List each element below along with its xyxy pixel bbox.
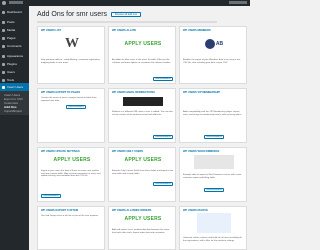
download-addon-button[interactable]: Download Add-on	[41, 194, 61, 198]
people-illustration	[197, 213, 231, 233]
redirections-logo	[123, 96, 163, 106]
card-description: Add and import users' membership data be…	[112, 229, 170, 234]
logo-circle	[204, 39, 215, 49]
download-addon-button[interactable]: Download Add-on	[153, 77, 173, 81]
account-menu[interactable]	[229, 1, 247, 4]
card-title[interactable]: WP USERS VIP MEMBERSHIP	[183, 91, 220, 94]
card-title[interactable]: WP USERS EXPORT CUSTOM	[41, 209, 78, 212]
menu-item-media[interactable]: Media	[0, 26, 29, 34]
card-description: An addon to allow users in the users lis…	[112, 59, 171, 64]
plugin-icon	[2, 62, 5, 66]
addon-card: WP USERS UPDATE SETTINGS APPLY USERS Imp…	[37, 147, 105, 202]
card-image: APPLY USERS	[41, 154, 103, 166]
card-description: Creates the series of posts or pages bas…	[41, 97, 97, 102]
addon-card: WP USERS WOOCOMMERCE Example data to imp…	[179, 147, 247, 202]
admin-sidebar: Dashboard Posts Media Pages Comments App…	[0, 6, 29, 250]
apply-users-logo: APPLY USERS	[124, 41, 162, 47]
page-icon	[2, 36, 5, 40]
card-image	[183, 95, 245, 107]
page-title: Add Ons for smr users	[37, 11, 108, 18]
card-title[interactable]: WP USERS LIST	[41, 29, 61, 32]
ab-logo: AB	[204, 39, 223, 49]
card-image: APPLY USERS	[112, 33, 174, 55]
card-image	[112, 95, 174, 107]
card-title[interactable]: WP USERS ALLOWED ORDERS	[112, 209, 151, 212]
download-addon-button[interactable]: Download Add-on	[153, 182, 173, 186]
card-description: Use and Group users in the list as part …	[41, 215, 99, 217]
card-description: Generate author columns and fields for a…	[183, 237, 242, 242]
apply-users-logo: APPLY USERS	[124, 157, 162, 163]
divider	[37, 21, 217, 23]
download-addon-button[interactable]: Download Add-on	[66, 105, 86, 109]
menu-item-appearance[interactable]: Appearance	[0, 52, 29, 60]
card-image	[183, 213, 245, 233]
addon-card: WP USERS ONLY USERS APPLY USERS Extends …	[108, 147, 176, 202]
addon-card: WP USERS EXPORT TO PAGES Creates the ser…	[37, 88, 105, 143]
card-description: Redirect to a different URL when a user …	[112, 111, 173, 116]
brush-icon	[2, 54, 5, 58]
card-title[interactable]: WP USERS EMAIL REDIRECTIONS	[112, 91, 155, 94]
card-title[interactable]: WP USERS ALLOW	[112, 29, 136, 32]
wordpress-icon[interactable]	[2, 1, 6, 5]
card-image: APPLY USERS	[112, 154, 174, 166]
main-content: Add Ons for smr users Browse all add ons…	[29, 6, 250, 250]
menu-item-plugins[interactable]: Plugins	[0, 60, 29, 68]
download-addon-button[interactable]: Download Add-on	[204, 188, 224, 192]
media-icon	[2, 28, 5, 32]
card-title[interactable]: WP USERS UPDATE SETTINGS	[41, 150, 80, 153]
browse-addons-button[interactable]: Browse all add ons	[111, 12, 141, 17]
addon-card: WP USERS ALLOW APPLY USERS An addon to a…	[108, 26, 176, 84]
addon-card: WP USERS VIP MEMBERSHIP Adds compatibili…	[179, 88, 247, 143]
card-image: APPLY USERS	[112, 213, 174, 225]
card-description: Import to your users the data of these t…	[41, 170, 101, 178]
submenu-item[interactable]: Import/Export	[4, 109, 22, 113]
addon-card: WP USERS MEMBERS AB Enables the export o…	[179, 26, 247, 84]
card-description: Adds compatibility with the VIP Membersh…	[183, 111, 242, 116]
download-addon-button[interactable]: Download Add-on	[153, 135, 173, 139]
addon-card: WP USERS EMAIL REDIRECTIONS Redirect to …	[108, 88, 176, 143]
card-title[interactable]: WP USERS ONLY USERS	[112, 150, 143, 153]
card-title[interactable]: WP USERS PEOPLE	[183, 209, 208, 212]
tools-icon	[2, 78, 5, 82]
card-image: AB	[183, 33, 245, 55]
dashboard-icon	[2, 10, 5, 14]
pin-icon	[2, 20, 5, 24]
card-description: Enables the export of your Members data …	[183, 59, 241, 64]
card-description: Extends Only Custom Fields from these fi…	[112, 170, 174, 175]
addon-card: WP USERS EXPORT CUSTOM Use and Group use…	[37, 206, 105, 250]
menu-item-dashboard[interactable]: Dashboard	[0, 8, 29, 16]
apply-users-logo: APPLY USERS	[124, 216, 162, 222]
addon-card: WP USERS PEOPLE Generate author columns …	[179, 206, 247, 250]
addon-card: WP USERS LIST W Stop premium add-on - re…	[37, 26, 105, 84]
card-description: Stop premium add-on - ready filtering, c…	[41, 59, 101, 64]
apply-users-logo: APPLY USERS	[53, 157, 91, 163]
card-description: Example data to import to WooCommerce st…	[183, 174, 242, 179]
menu-item-posts[interactable]: Posts	[0, 18, 29, 26]
woocommerce-logo	[194, 155, 234, 169]
wordpress-logo: W	[65, 36, 79, 51]
card-title[interactable]: WP USERS MEMBERS	[183, 29, 211, 32]
comments-icon	[2, 44, 5, 48]
menu-item-users[interactable]: Users	[0, 68, 29, 76]
users-icon	[2, 85, 5, 89]
site-name-link[interactable]	[9, 1, 23, 4]
title-row: Add Ons for smr users Browse all add ons	[37, 10, 141, 19]
addon-card: WP USERS ALLOWED ORDERS APPLY USERS Add …	[108, 206, 176, 250]
card-image	[183, 154, 245, 170]
users-icon	[2, 70, 5, 74]
download-addon-button[interactable]: Download Add-on	[204, 135, 224, 139]
card-title[interactable]: WP USERS WOOCOMMERCE	[183, 150, 219, 153]
menu-item-insert-users[interactable]: Insert Users	[0, 83, 29, 91]
submenu: Insert Users Export to CSV Customize Add…	[0, 91, 29, 115]
card-image: W	[41, 33, 103, 55]
card-title[interactable]: WP USERS EXPORT TO PAGES	[41, 91, 80, 94]
menu-item-pages[interactable]: Pages	[0, 34, 29, 42]
menu-item-comments[interactable]: Comments	[0, 42, 29, 50]
